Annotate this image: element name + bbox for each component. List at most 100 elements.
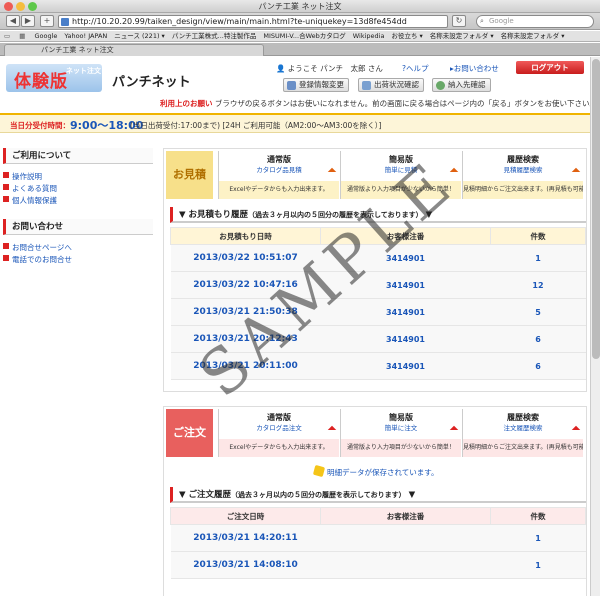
bookmark-item[interactable]: パンチ工業株式...特注製作品 [172,31,257,41]
check-icon [436,81,445,90]
minimize-window-button[interactable] [16,2,25,11]
delivery-destination-label: 納入先確認 [448,80,486,89]
order-history-note: （過去３ヶ月以内の５回分の履歴を表示しております） [231,491,406,499]
customer-number: 3414901 [320,325,491,353]
hours-label: 当日分受付時間： [10,121,70,130]
notice-text: ブラウザの戻るボタンはお使いになれません。前の画面に戻る場合はページ内の「戻る」… [214,99,590,108]
window-title: パンチ工業 ネット注文 [258,2,342,11]
column-header: 件数 [490,507,586,525]
bookmark-item[interactable]: お役立ち ▾ [391,31,422,41]
order-option-history[interactable]: 履歴検索 注文履歴検索 見積明細からご注文出来ます。(再見積も可能) [462,409,583,457]
item-count: 6 [490,352,586,380]
quote-option-desc: Excelやデータからも入力出来ます。 [219,181,339,199]
order-option-desc: 見積明細からご注文出来ます。(再見積も可能) [463,439,583,457]
sidebar-link-phone[interactable]: 電話でのお問合せ [3,254,72,265]
order-tag: ご注文 [166,409,213,457]
close-window-button[interactable] [4,2,13,11]
quote-option-history[interactable]: 履歴検索 見積履歴検索 見積明細からご注文出来ます。(再見積も可能) [462,151,583,199]
logo-subtext: ネット注文 [66,67,101,75]
bookmark-item[interactable]: 名称未設定フォルダ ▾ [501,31,565,41]
contact-link[interactable]: ▸お問い合わせ [450,63,499,74]
bookmark-item[interactable]: 名称未設定フォルダ ▾ [430,31,494,41]
saved-icon [312,464,326,478]
address-url: http://10.20.20.99/taiken_design/view/ma… [72,17,407,26]
logo-text: 体験版 [14,72,68,92]
user-icon: 👤 [276,64,286,73]
add-tab-button[interactable]: + [40,15,54,27]
sidebar-link-privacy[interactable]: 個人情報保護 [3,195,57,206]
order-option-simple[interactable]: 簡易版 簡単に注文 通常版より入力項目が少ないから簡単！ [340,409,461,457]
zoom-window-button[interactable] [28,2,37,11]
bookmarks-grid-icon[interactable]: ▦ [19,31,25,41]
order-date-link[interactable]: 2013/03/21 14:20:11 [170,524,321,552]
item-count: 5 [490,298,586,326]
sidebar-heading-usage: ご利用について [3,148,153,164]
column-header: 件数 [490,227,586,245]
order-option-desc: Excelやデータからも入力出来ます。 [219,439,339,457]
order-history-heading: ▼ ご注文履歴（過去３ヶ月以内の５回分の履歴を表示しております） ▼ [170,487,586,503]
quote-option-sub: カタログ品見積 [256,166,302,174]
quote-option-desc: 見積明細からご注文出来ます。(再見積も可能) [463,181,583,199]
shipping-status-label: 出荷状況確認 [374,80,419,89]
logo[interactable]: 体験版 ネット注文 [6,64,102,92]
order-date-link[interactable]: 2013/03/21 14:08:10 [170,551,321,579]
order-panel: ご注文 通常版 カタログ品注文 Excelやデータからも入力出来ます。 簡易版 … [163,406,587,596]
tab-active[interactable]: パンチ工業 ネット注文 [4,44,264,56]
column-header: お見積もり日時 [170,227,321,245]
order-option-sub: 注文履歴検索 [503,424,543,432]
site-icon [61,18,69,26]
delivery-destination-button[interactable]: 納入先確認 [432,78,491,92]
order-history-title: ご注文履歴 [188,490,232,500]
search-icon: ⌕ [480,17,484,25]
notice-label: 利用上のお願い [160,99,213,108]
document-icon [287,81,296,90]
help-label: ヘルプ [405,64,429,73]
reading-list-icon[interactable]: ▭ [4,31,10,41]
scrollbar-thumb[interactable] [592,59,600,359]
bookmark-item[interactable]: Yahoo! JAPAN [64,31,107,41]
saved-data-link[interactable]: 明細データが保存されています。 [327,467,439,478]
item-count: 12 [490,271,586,299]
edit-registration-label: 登録情報変更 [299,80,344,89]
shipping-status-button[interactable]: 出荷状況確認 [358,78,424,92]
order-option-sub: 簡単に注文 [384,424,418,432]
sidebar-link-faq[interactable]: よくある質問 [3,183,57,194]
order-history-table: ご注文日時 お客様注番 件数 2013/03/21 14:20:11 1 2013… [170,507,586,579]
vertical-scrollbar[interactable] [590,57,600,596]
order-option-standard[interactable]: 通常版 カタログ品注文 Excelやデータからも入力出来ます。 [218,409,339,457]
contact-label: お問い合わせ [453,64,499,73]
quote-history-title: お見積もり履歴 [188,210,249,220]
welcome-text: ようこそ パンチ 太郎 さん [287,64,383,73]
brand-name: パンチネット [112,75,191,90]
usage-notice: 利用上のお願い ブラウザの戻るボタンはお使いになれません。前の画面に戻る場合はペ… [160,98,590,109]
edit-registration-button[interactable]: 登録情報変更 [283,78,349,92]
page-content: 体験版 ネット注文 パンチネット 👤 ようこそ パンチ 太郎 さん ?ヘルプ ▸… [0,57,590,596]
logout-button[interactable]: ログアウト [516,61,584,74]
truck-icon [362,81,371,90]
address-bar[interactable]: http://10.20.20.99/taiken_design/view/ma… [58,15,448,28]
search-placeholder: Google [489,17,514,25]
bookmark-item[interactable]: MISUMI-V...合Webカタログ [263,31,345,41]
welcome-message: 👤 ようこそ パンチ 太郎 さん [276,63,383,74]
bookmark-item[interactable]: Google [34,31,57,41]
item-count: 1 [490,524,586,552]
sidebar-heading-contact: お問い合わせ [3,219,153,235]
bookmark-item[interactable]: Wikipedia [353,31,385,41]
table-row: 2013/03/21 14:20:11 1 [170,524,586,552]
bookmark-item[interactable]: ニュース (221) ▾ [114,31,165,41]
customer-number: 3414901 [320,352,491,380]
quote-tag: お見積 [166,151,213,199]
window-titlebar: パンチ工業 ネット注文 [0,0,600,13]
reload-button[interactable]: ↻ [452,15,466,27]
forward-button[interactable]: ▶ [21,15,35,27]
table-row: 2013/03/21 14:08:10 1 [170,551,586,579]
help-link[interactable]: ?ヘルプ [402,63,428,74]
back-button[interactable]: ◀ [6,15,20,27]
quote-option-standard[interactable]: 通常版 カタログ品見積 Excelやデータからも入力出来ます。 [218,151,339,199]
quote-option-sub: 見積履歴検索 [503,166,543,174]
sidebar-link-contact-page[interactable]: お問合せページへ [3,242,72,253]
column-header: ご注文日時 [170,507,321,525]
search-field[interactable]: ⌕ Google [476,15,594,28]
browser-toolbar: ◀ ▶ + http://10.20.20.99/taiken_design/v… [0,13,600,30]
sidebar-link-manual[interactable]: 操作説明 [3,171,42,182]
